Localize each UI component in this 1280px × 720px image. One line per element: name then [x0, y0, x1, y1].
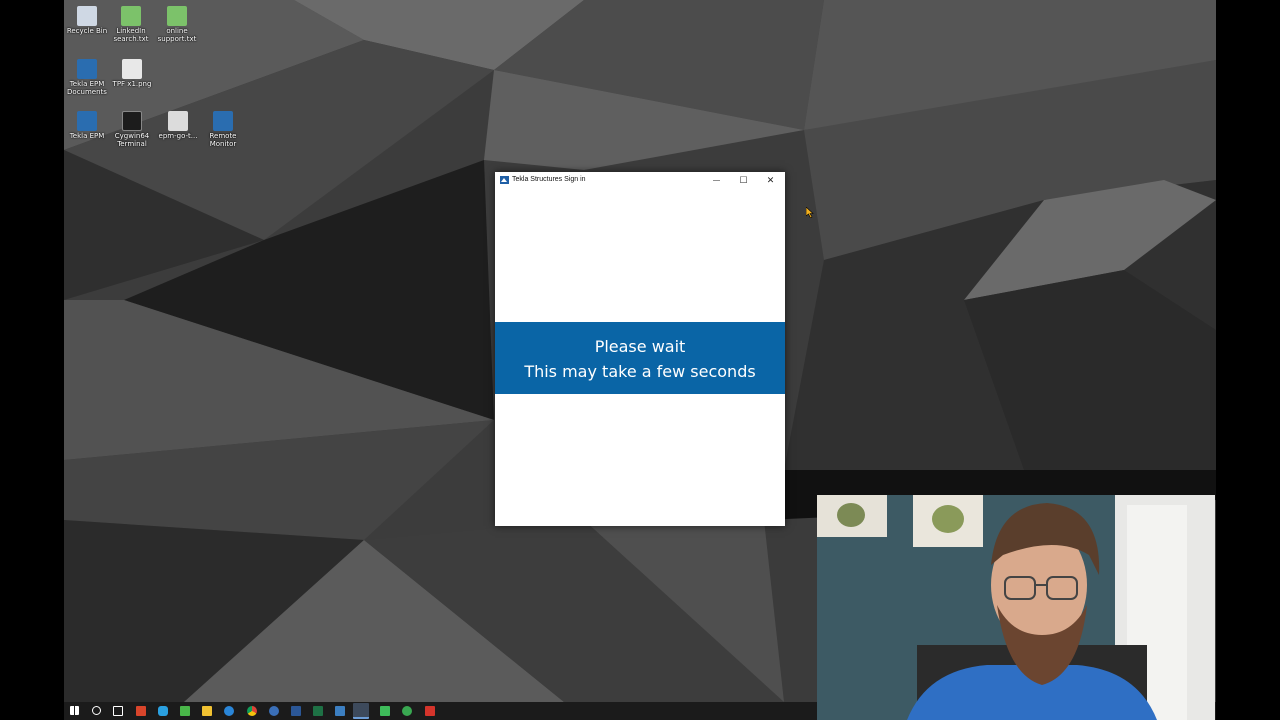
- desktop-icon-label: online support.txt: [157, 27, 197, 43]
- desktop-icon-tpf-png[interactable]: TPF x1.png: [109, 59, 155, 88]
- signin-window[interactable]: Tekla Structures Sign in — ☐ ✕ Please wa…: [495, 172, 785, 526]
- app-green2-icon[interactable]: [380, 706, 390, 716]
- please-wait-subtext: This may take a few seconds: [524, 362, 756, 381]
- search-icon[interactable]: [92, 706, 101, 715]
- desktop-icon-label: LinkedIn search.txt: [113, 27, 149, 43]
- tekla-epm-documents-icon: [77, 59, 97, 79]
- window-titlebar[interactable]: Tekla Structures Sign in — ☐ ✕: [495, 172, 785, 189]
- png-file-icon: [122, 59, 142, 79]
- text-file-icon: [167, 6, 187, 26]
- screen: Recycle Bin LinkedIn search.txt online s…: [0, 0, 1280, 720]
- desktop-icon-online-support[interactable]: online support.txt: [154, 6, 200, 43]
- excel-icon[interactable]: [313, 706, 323, 716]
- minimize-button[interactable]: —: [703, 172, 730, 189]
- maximize-button[interactable]: ☐: [730, 172, 757, 189]
- desktop-icon-label: epm-go-t...: [158, 132, 198, 140]
- webcam-overlay: [817, 495, 1215, 720]
- text-file-icon: [121, 6, 141, 26]
- maximize-icon: ☐: [739, 175, 748, 185]
- file-explorer-icon[interactable]: [202, 706, 212, 716]
- desktop-icon-linkedin-search[interactable]: LinkedIn search.txt: [108, 6, 154, 43]
- app-red2-icon[interactable]: [425, 706, 435, 716]
- edge-icon[interactable]: [224, 706, 234, 716]
- close-icon: ✕: [766, 175, 775, 185]
- desktop-icon-label: Tekla EPM: [69, 132, 105, 140]
- close-button[interactable]: ✕: [757, 172, 784, 189]
- recycle-bin-icon: [77, 6, 97, 26]
- desktop-icon-label: Tekla EPM Documents: [67, 80, 107, 96]
- app-green-icon[interactable]: [180, 706, 190, 716]
- please-wait-text: Please wait: [594, 337, 686, 356]
- tekla-epm-icon: [77, 111, 97, 131]
- desktop-icon-label: Cygwin64 Terminal: [114, 132, 150, 148]
- app-red-icon[interactable]: [136, 706, 146, 716]
- chrome-icon[interactable]: [247, 706, 257, 716]
- app-terminal-icon[interactable]: [335, 706, 345, 716]
- desktop-icon-tekla-epm-documents[interactable]: Tekla EPM Documents: [64, 59, 110, 96]
- desktop-icon-cygwin-terminal[interactable]: Cygwin64 Terminal: [109, 111, 155, 148]
- app-blue-icon[interactable]: [269, 706, 279, 716]
- desktop-icon-tekla-epm[interactable]: Tekla EPM: [64, 111, 110, 140]
- app-skype-icon[interactable]: [158, 706, 168, 716]
- desktop-icon-remote-monitor[interactable]: Remote Monitor: [200, 111, 246, 148]
- remote-monitor-icon: [213, 111, 233, 131]
- word-icon[interactable]: [291, 706, 301, 716]
- minimize-icon: —: [713, 177, 720, 184]
- cygwin-terminal-icon: [122, 111, 142, 131]
- epm-go-file-icon: [168, 111, 188, 131]
- please-wait-banner: Please wait This may take a few seconds: [495, 322, 785, 394]
- window-title: Tekla Structures Sign in: [512, 176, 586, 183]
- desktop-icon-recycle-bin[interactable]: Recycle Bin: [64, 6, 110, 35]
- desktop-icon-epm-go[interactable]: epm-go-t...: [155, 111, 201, 140]
- desktop-icon-label: TPF x1.png: [112, 80, 152, 88]
- webcam-video-frame: [817, 495, 1215, 720]
- tekla-active-icon[interactable]: [353, 703, 369, 719]
- desktop-icon-label: Recycle Bin: [66, 27, 108, 35]
- start-button[interactable]: [70, 706, 79, 715]
- task-view-icon[interactable]: [113, 706, 123, 716]
- app-chrome2-icon[interactable]: [402, 706, 412, 716]
- mouse-cursor-icon: [806, 207, 814, 218]
- desktop-icon-label: Remote Monitor: [209, 132, 237, 148]
- tekla-app-icon: [500, 176, 509, 184]
